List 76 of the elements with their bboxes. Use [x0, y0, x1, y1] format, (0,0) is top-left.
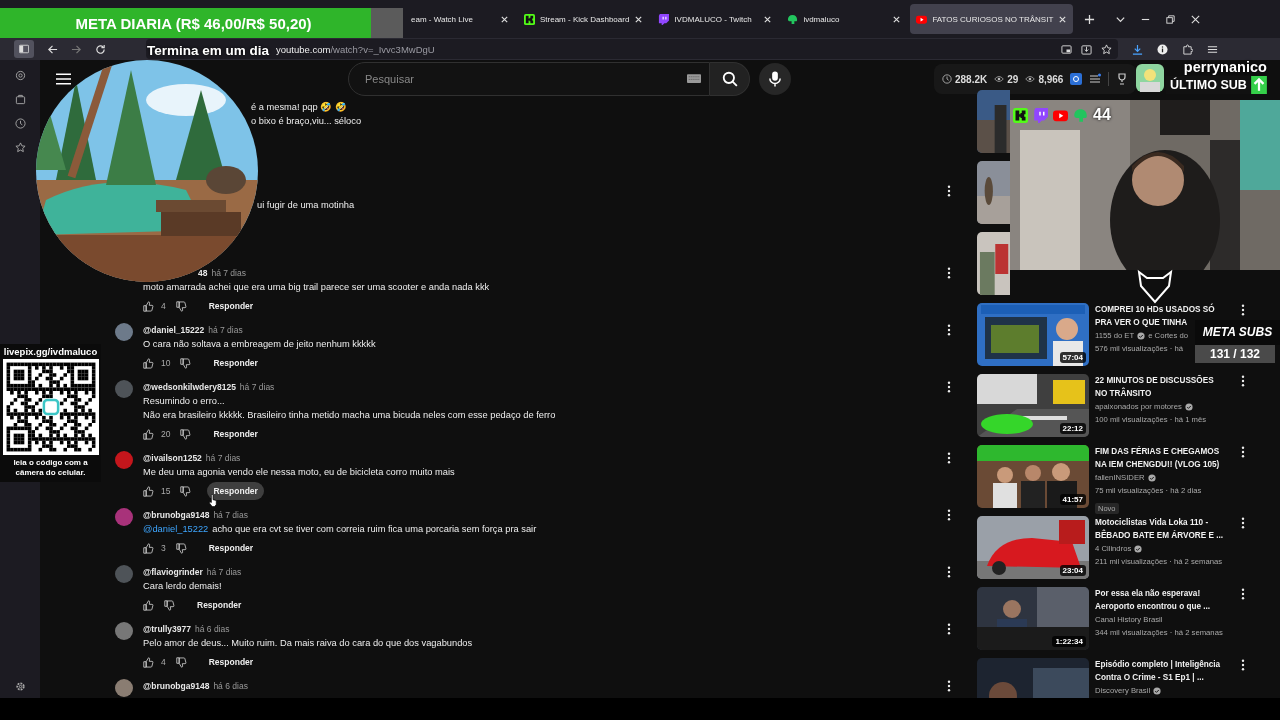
comment-author[interactable]: @ivailson1252 [143, 453, 202, 463]
browser-tab[interactable]: Stream - Kick Dashboard [518, 4, 650, 34]
video-title[interactable]: Por essa ela não esperava! [1095, 587, 1201, 600]
like-count: 4 [161, 301, 166, 311]
like-count: 4 [161, 657, 166, 667]
browser-tab[interactable]: eam - Watch Live [405, 4, 515, 34]
like-count: 3 [161, 543, 166, 553]
video-title[interactable]: COMPREI 10 HDs USADOS SÓ [1095, 303, 1215, 316]
comment-text: o bixo é braço,viu... séloco [251, 116, 362, 126]
video-title[interactable]: Aeroporto encontrou o que ... [1095, 600, 1211, 613]
mention-link[interactable]: @daniel_15222 [143, 524, 209, 534]
comment-author[interactable]: @brunobga9148 [143, 681, 210, 691]
sub-goal-title: META SUBS [1195, 320, 1280, 345]
comment-text: é a mesma! pqp 🤣 🤣 [251, 102, 347, 112]
reply-button[interactable]: Responder [207, 482, 264, 500]
comment-author[interactable]: @wedsonkilwdery8125 [143, 382, 236, 392]
duration-badge: 57:04 [1059, 352, 1086, 363]
comment-time[interactable]: há 7 dias [239, 382, 275, 392]
reply-button[interactable]: Responder [207, 354, 264, 372]
duration-badge: 41:57 [1059, 494, 1086, 505]
browser-tab[interactable]: IVDMALUCO - Twitch [652, 4, 779, 34]
viewer-count: 44 [1093, 106, 1111, 124]
timer-text: Termina em um dia [147, 43, 270, 58]
search-field[interactable]: Pesquisar [348, 62, 710, 96]
comment-text: Pelo amor de deus... Muito ruim. Da mais raiva do cara do que dos vagabundos [143, 638, 473, 648]
subscriber-name: perrynanico [1183, 58, 1267, 76]
sub-goal-count: 131 / 132 [1195, 345, 1275, 363]
video-title[interactable]: NA IEM CHENGDU!! (VLOG 105) [1095, 458, 1220, 471]
video-title[interactable]: Episódio completo | Inteligência [1095, 658, 1221, 671]
duration-badge: 22:12 [1059, 423, 1086, 434]
comment-time[interactable]: há 7 dias [208, 325, 243, 335]
comment-author[interactable]: @trully3977 [143, 624, 191, 634]
comment-text: Cara lerdo demais! [143, 581, 222, 591]
reply-button[interactable]: Responder [202, 297, 260, 315]
comment-time[interactable]: há 6 dias [195, 624, 230, 634]
stat-value: 8,966 [1038, 73, 1064, 85]
last-sub-label: ÚLTIMO SUB [1169, 77, 1248, 93]
duration-badge: 1:22:34 [1052, 636, 1086, 647]
comment-time[interactable]: há 6 dias [213, 681, 248, 691]
reply-button[interactable]: Responder [191, 596, 248, 614]
comment-text: O cara não soltava a embreagem de jeito nenhum kkkkk [143, 339, 376, 349]
reply-button[interactable]: Responder [202, 539, 260, 557]
reply-button[interactable]: Responder [207, 425, 264, 443]
video-title[interactable]: PRA VER O QUE TINHA [1095, 316, 1188, 329]
video-title[interactable]: Motociclistas Vida Loka 110 - [1095, 516, 1209, 529]
video-title[interactable]: NO TRÂNSITO [1095, 387, 1152, 400]
comment-time[interactable]: há 7 dias [211, 268, 246, 278]
comment-text: moto amarrada achei que era uma big trail parece ser uma scooter e anda nada kkk [143, 282, 490, 292]
comment-text: acho que era cvt se tiver com correia ruim fica uma porcaria sem força pra sair [212, 524, 537, 534]
comment-text: Me deu uma agonia vendo ele nessa moto, eu de bicicleta corro muito mais [143, 467, 455, 477]
comment-author[interactable]: 48 [198, 268, 208, 278]
stat-value: 288.2K [955, 73, 988, 85]
comment-author[interactable]: @daniel_15222 [143, 325, 205, 335]
browser-tab[interactable]: ivdmaluco [781, 4, 908, 34]
qr-caption: leia o código com a câmera do celular. [12, 458, 89, 478]
video-title[interactable]: 22 MINUTOS DE DISCUSSÕES [1095, 374, 1214, 387]
like-count: 15 [161, 486, 171, 496]
comment-author[interactable]: @brunobga9148 [143, 510, 210, 520]
video-title[interactable]: Contra O Crime - S1 Ep1 | ... [1095, 671, 1204, 684]
comment-time[interactable]: há 7 dias [213, 510, 248, 520]
duration-badge: 23:04 [1059, 565, 1086, 576]
qr-url: livepix.gg/ivdmaluco [3, 346, 98, 357]
stat-value: 29 [1007, 73, 1019, 85]
comment-text: Resumindo o erro... [143, 396, 225, 406]
reply-button[interactable]: Responder [202, 653, 260, 671]
video-title[interactable]: BÊBADO BATE EM ÁRVORE E ... [1095, 529, 1223, 542]
comment-text: ui fugir de uma motinha [257, 200, 355, 210]
comment-text: Não era brasileiro kkkkk. Brasileiro tinha metido macha uma bicuda neles com esse pedaço de ferro [143, 410, 556, 420]
like-count: 10 [161, 358, 171, 368]
goal-text: META DIARIA (R$ 46,00/R$ 50,20) [75, 14, 312, 32]
browser-tab[interactable]: FATOS CURIOSOS NO TRÂNSIT [910, 4, 1074, 34]
comment-time[interactable]: há 7 dias [206, 567, 242, 577]
like-count: 20 [161, 429, 171, 439]
comment-author[interactable]: @flaviogrinder [143, 567, 203, 577]
video-title[interactable]: FIM DAS FÉRIAS E CHEGAMOS [1095, 445, 1220, 458]
comment-time[interactable]: há 7 dias [205, 453, 241, 463]
